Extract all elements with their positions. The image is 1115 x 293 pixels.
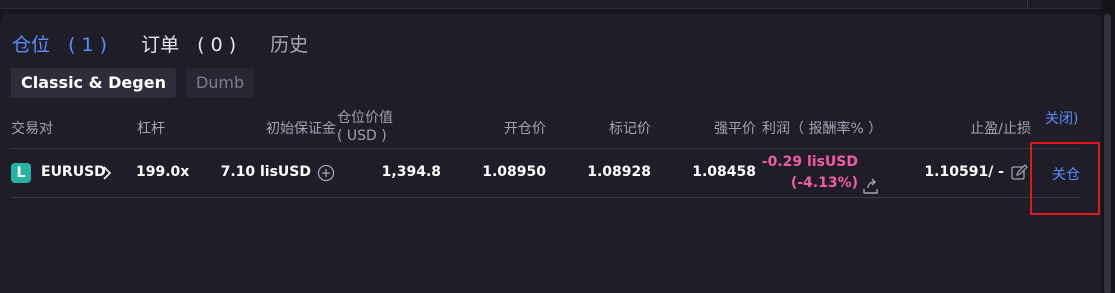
plus-circle-icon[interactable] xyxy=(317,164,335,182)
header-position-value: 仓位价值 xyxy=(337,110,393,126)
header-divider xyxy=(11,148,1080,149)
positions-panel: 仓位 (1 ) 订单 (0 ) 历史 Classic & Degen Dumb … xyxy=(0,14,1101,293)
mode-switch: Classic & Degen Dumb xyxy=(11,68,255,98)
scrollbar-thumb[interactable] xyxy=(1104,14,1111,293)
tab-history[interactable]: 历史 xyxy=(270,30,308,57)
tab-orders-count-close: ) xyxy=(222,34,237,56)
header-pnl: 利润（ 报酬率% ） xyxy=(762,121,883,137)
pnl-value: -0.29 lisUSD xyxy=(761,154,858,170)
tab-orders-count-open: ( xyxy=(185,34,211,56)
tab-positions-count-open: ( xyxy=(56,34,82,56)
position-value: 1,394.8 xyxy=(381,164,441,180)
mark-price-value: 1.08928 xyxy=(587,164,651,180)
header-close-all[interactable]: 关闭) xyxy=(1045,108,1078,128)
pnl-percent: (-4.13%) xyxy=(790,175,858,191)
tab-bar: 仓位 (1 ) 订单 (0 ) 历史 xyxy=(12,30,342,57)
tab-positions-count: 1 xyxy=(81,34,94,56)
edit-icon[interactable] xyxy=(1010,164,1028,182)
symbol-name[interactable]: EURUSD xyxy=(41,164,106,180)
highlight-box xyxy=(1030,142,1100,215)
tab-positions-label: 仓位 xyxy=(12,34,51,56)
mode-dumb-button[interactable]: Dumb xyxy=(185,68,255,98)
tab-positions-count-close: ) xyxy=(93,34,108,56)
header-initial-margin: 初始保证金 xyxy=(266,121,336,137)
header-mark-price: 标记价 xyxy=(609,121,651,137)
share-icon[interactable] xyxy=(862,177,880,195)
top-divider xyxy=(1027,0,1028,8)
liq-price-value: 1.08458 xyxy=(692,164,756,180)
tab-orders[interactable]: 订单 (0 ) xyxy=(141,30,236,57)
tab-orders-count: 0 xyxy=(210,34,223,56)
chevron-right-icon[interactable] xyxy=(102,166,112,180)
row-divider xyxy=(11,197,1080,198)
header-tp-sl: 止盈/止损 xyxy=(970,121,1031,137)
leverage-value: 199.0x xyxy=(136,164,190,180)
tab-history-label: 历史 xyxy=(270,34,309,56)
tp-sl-value: 1.10591/ - xyxy=(924,164,1004,180)
top-strip xyxy=(0,0,1101,9)
symbol-icon: L xyxy=(11,163,31,183)
margin-value: 7.10 lisUSD xyxy=(220,164,311,180)
header-leverage: 杠杆 xyxy=(137,121,165,137)
header-liq-price: 强平价 xyxy=(714,121,756,137)
tab-positions[interactable]: 仓位 (1 ) xyxy=(12,30,107,57)
header-position-value-unit: ( USD ) xyxy=(337,128,387,144)
mode-classic-degen-button[interactable]: Classic & Degen xyxy=(11,68,176,98)
header-open-price: 开仓价 xyxy=(504,121,546,137)
header-pair: 交易对 xyxy=(11,121,53,137)
open-price-value: 1.08950 xyxy=(482,164,546,180)
tab-orders-label: 订单 xyxy=(141,34,180,56)
